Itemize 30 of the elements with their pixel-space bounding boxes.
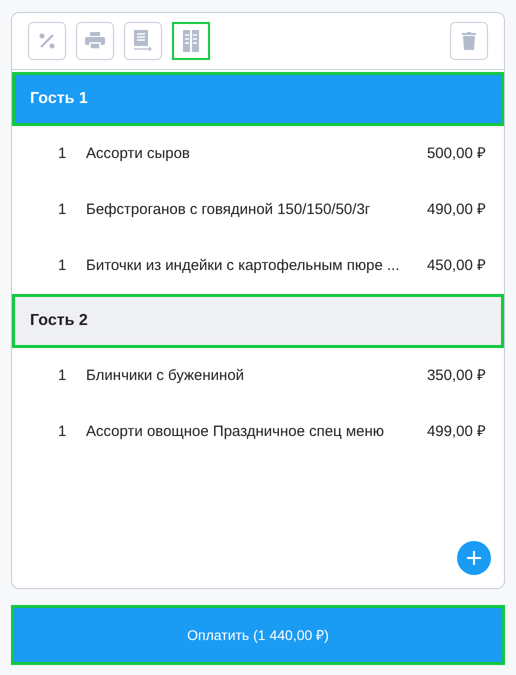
item-name: Ассорти овощное Праздничное спец меню — [86, 422, 386, 442]
toolbar-button[interactable] — [172, 22, 210, 60]
plus-icon — [467, 551, 481, 565]
guest-header[interactable]: Гость 1 — [12, 72, 504, 126]
toolbar-button[interactable] — [28, 22, 66, 60]
item-price: 450,00 ₽ — [426, 256, 486, 276]
item-price: 500,00 ₽ — [426, 144, 486, 164]
item-name: Блинчики с бужениной — [86, 366, 246, 386]
printer-icon — [85, 32, 105, 50]
item-quantity: 1 — [58, 366, 68, 386]
percent-icon — [38, 32, 56, 50]
item-quantity: 1 — [58, 200, 68, 220]
toolbar-button[interactable] — [76, 22, 114, 60]
item-quantity: 1 — [58, 144, 68, 164]
item-price: 490,00 ₽ — [426, 200, 486, 220]
item-name: Ассорти сыров — [86, 144, 191, 164]
item-price: 499,00 ₽ — [426, 422, 486, 442]
toolbar-button[interactable] — [124, 22, 162, 60]
document-arrow-icon — [133, 30, 153, 52]
trash-icon — [462, 32, 476, 50]
split-receipt-icon — [183, 30, 199, 52]
item-price: 350,00 ₽ — [426, 366, 486, 386]
pay-button[interactable]: Оплатить (1 440,00 ₽) — [11, 605, 505, 665]
item-name: Биточки из индейки с картофельным пюре ... — [86, 256, 401, 276]
delete-button[interactable] — [450, 22, 488, 60]
item-name: Бефстроганов с говядиной 150/150/50/3г — [86, 200, 372, 220]
guest-header[interactable]: Гость 2 — [12, 294, 504, 348]
item-quantity: 1 — [58, 256, 68, 276]
add-button[interactable] — [457, 541, 491, 575]
item-quantity: 1 — [58, 422, 68, 442]
